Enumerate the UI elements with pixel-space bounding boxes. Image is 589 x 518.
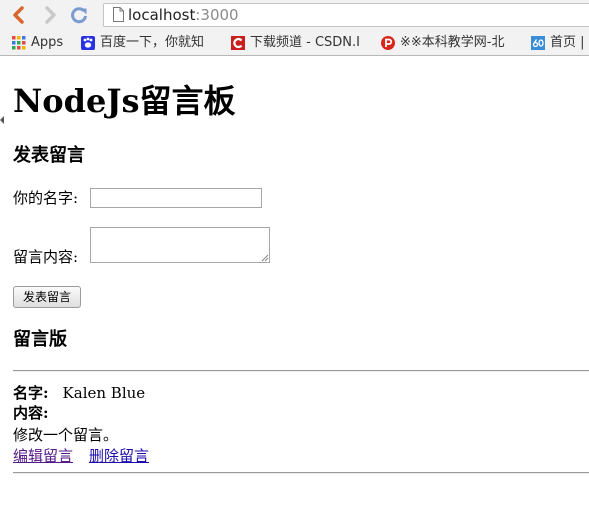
edit-message-link[interactable]: 编辑留言 <box>13 447 73 465</box>
divider <box>13 472 589 474</box>
reload-icon <box>71 7 87 24</box>
submit-button[interactable]: 发表留言 <box>13 286 81 308</box>
name-label: 你的名字: <box>13 189 79 207</box>
delete-message-link[interactable]: 删除留言 <box>89 447 149 465</box>
csdn-icon <box>231 36 245 50</box>
side-panel-arrow-icon[interactable] <box>0 116 4 124</box>
message-content-row: 内容: <box>13 404 49 422</box>
divider <box>13 370 589 372</box>
content-label: 留言内容: <box>13 248 79 266</box>
apps-grid-icon <box>12 36 26 50</box>
bookmark-apps[interactable]: Apps <box>12 34 63 52</box>
p-logo-icon <box>381 36 395 50</box>
message-content: 修改一个留言。 <box>13 426 119 444</box>
page-icon <box>113 7 124 22</box>
url-text: localhost:3000 <box>128 6 239 24</box>
forward-arrow-icon <box>45 6 56 24</box>
back-arrow-icon <box>13 6 24 24</box>
forward-button[interactable] <box>39 4 61 26</box>
bookmark-baidu[interactable]: 百度一下，你就知 <box>81 34 219 52</box>
number-60-icon <box>531 36 545 50</box>
message-name-row: 名字: Kalen Blue <box>13 384 145 402</box>
message-name-label: 名字: <box>13 384 49 402</box>
back-button[interactable] <box>8 4 30 26</box>
message-name: Kalen Blue <box>62 384 146 402</box>
bookmark-label: Apps <box>31 35 64 50</box>
page-title: NodeJs留言板 <box>13 82 236 120</box>
bookmark-teaching-net[interactable]: ※※本科教学网-北 <box>381 34 519 52</box>
bookmark-label: 百度一下，你就知 <box>100 35 205 50</box>
bookmark-csdn[interactable]: 下载频道 - CSDN.I <box>231 34 369 52</box>
name-input[interactable] <box>90 188 262 208</box>
url-port: :3000 <box>195 6 239 24</box>
address-bar[interactable]: localhost:3000 <box>103 3 589 27</box>
bookmark-homepage[interactable]: 首页 | <box>531 34 586 52</box>
reload-button[interactable] <box>68 4 90 26</box>
message-content-label: 内容: <box>13 404 49 422</box>
browser-toolbar: localhost:3000 <box>0 0 589 30</box>
url-host: localhost <box>128 6 196 24</box>
resize-grip-icon[interactable] <box>261 254 269 262</box>
bookmark-label: ※※本科教学网-北 <box>400 35 505 50</box>
bookmarks-bar: Apps 百度一下，你就知 下载频道 - CSDN.I ※※本科教学网-北 首页… <box>0 30 589 56</box>
post-form-heading: 发表留言 <box>13 145 85 166</box>
baidu-paw-icon <box>81 36 95 50</box>
content-textarea[interactable] <box>90 227 270 263</box>
board-heading: 留言版 <box>13 329 67 350</box>
bookmark-label: 首页 | <box>550 35 585 50</box>
bookmark-label: 下载频道 - CSDN.I <box>250 35 360 50</box>
